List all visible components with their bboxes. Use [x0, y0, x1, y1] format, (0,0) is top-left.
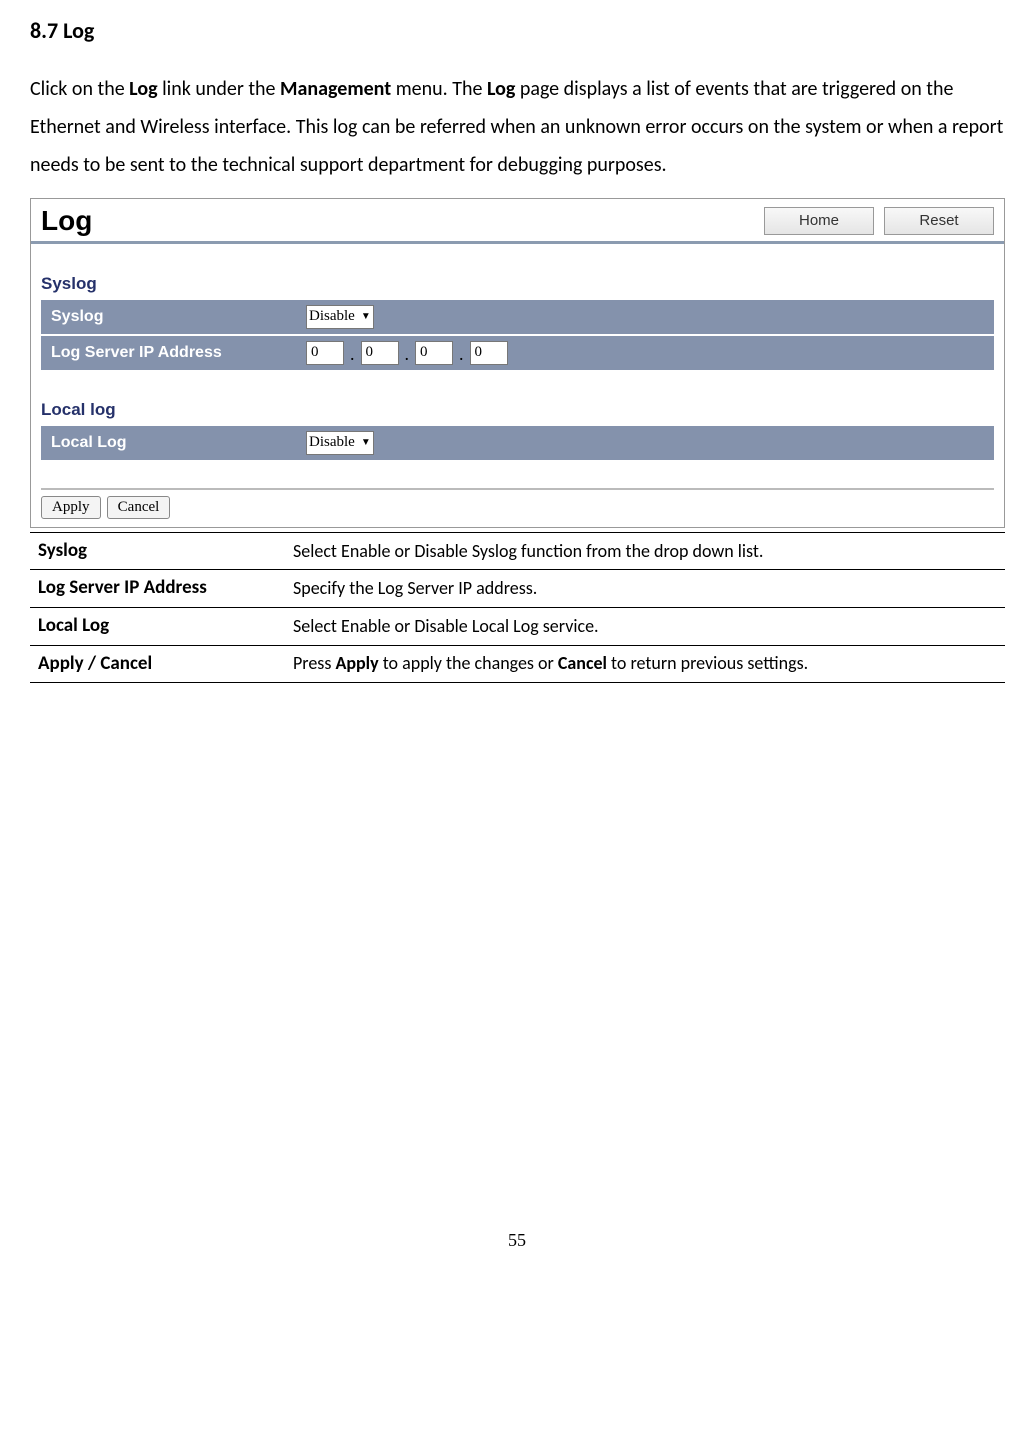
desc-label: Syslog — [30, 532, 285, 570]
screenshot-body: Syslog Syslog Disable ▼ Log Server IP Ad… — [31, 274, 1004, 527]
desc-text: Select Enable or Disable Syslog function… — [285, 532, 1005, 570]
intro-text: link under the — [158, 77, 280, 101]
description-table: Syslog Select Enable or Disable Syslog f… — [30, 532, 1005, 683]
ip-dot: . — [348, 344, 357, 365]
screenshot-header: Log Home Reset — [31, 199, 1004, 244]
ip-octet-3[interactable] — [415, 341, 453, 365]
desc-bold-apply: Apply — [335, 652, 378, 674]
locallog-select-value: Disable — [309, 434, 355, 451]
intro-bold-log-2: Log — [487, 77, 515, 101]
page-number: 55 — [30, 1223, 1004, 1257]
desc-part: to return previous settings. — [607, 652, 808, 674]
desc-bold-cancel: Cancel — [558, 652, 607, 674]
intro-text: Click on the — [30, 77, 129, 101]
section-heading: 8.7 Log — [30, 10, 1004, 52]
chevron-down-icon: ▼ — [361, 311, 371, 322]
ip-octet-4[interactable] — [470, 341, 508, 365]
syslog-select-value: Disable — [309, 308, 355, 325]
syslog-row: Syslog Disable ▼ — [41, 300, 994, 334]
apply-button[interactable]: Apply — [41, 496, 101, 519]
ip-octet-2[interactable] — [361, 341, 399, 365]
table-row: Apply / Cancel Press Apply to apply the … — [30, 645, 1005, 683]
cancel-button[interactable]: Cancel — [107, 496, 171, 519]
desc-text: Press Apply to apply the changes or Canc… — [285, 645, 1005, 683]
log-config-screenshot: Log Home Reset Syslog Syslog Disable ▼ L… — [30, 198, 1005, 528]
desc-label: Log Server IP Address — [30, 570, 285, 608]
desc-part: Press — [293, 652, 335, 674]
locallog-row-label: Local Log — [51, 434, 306, 452]
ip-dot: . — [457, 344, 466, 365]
syslog-group-title: Syslog — [41, 274, 994, 294]
table-row: Log Server IP Address Specify the Log Se… — [30, 570, 1005, 608]
table-row: Local Log Select Enable or Disable Local… — [30, 607, 1005, 645]
reset-button[interactable]: Reset — [884, 207, 994, 235]
desc-part: to apply the changes or — [379, 652, 558, 674]
ip-dot: . — [403, 344, 412, 365]
desc-label: Local Log — [30, 607, 285, 645]
page-title: Log — [41, 205, 754, 237]
locallog-group-title: Local log — [41, 400, 994, 420]
divider — [41, 488, 994, 490]
locallog-row: Local Log Disable ▼ — [41, 426, 994, 460]
intro-text: menu. The — [391, 77, 487, 101]
home-button[interactable]: Home — [764, 207, 874, 235]
ip-octet-1[interactable] — [306, 341, 344, 365]
chevron-down-icon: ▼ — [361, 437, 371, 448]
desc-label: Apply / Cancel — [30, 645, 285, 683]
locallog-select[interactable]: Disable ▼ — [306, 431, 374, 455]
intro-bold-management: Management — [280, 77, 391, 101]
syslog-select[interactable]: Disable ▼ — [306, 305, 374, 329]
log-server-ip-row: Log Server IP Address . . . — [41, 336, 994, 370]
intro-paragraph: Click on the Log link under the Manageme… — [30, 70, 1004, 184]
desc-text: Select Enable or Disable Local Log servi… — [285, 607, 1005, 645]
desc-text: Specify the Log Server IP address. — [285, 570, 1005, 608]
table-row: Syslog Select Enable or Disable Syslog f… — [30, 532, 1005, 570]
intro-bold-log: Log — [129, 77, 157, 101]
log-server-ip-label: Log Server IP Address — [51, 344, 306, 362]
syslog-row-label: Syslog — [51, 308, 306, 326]
